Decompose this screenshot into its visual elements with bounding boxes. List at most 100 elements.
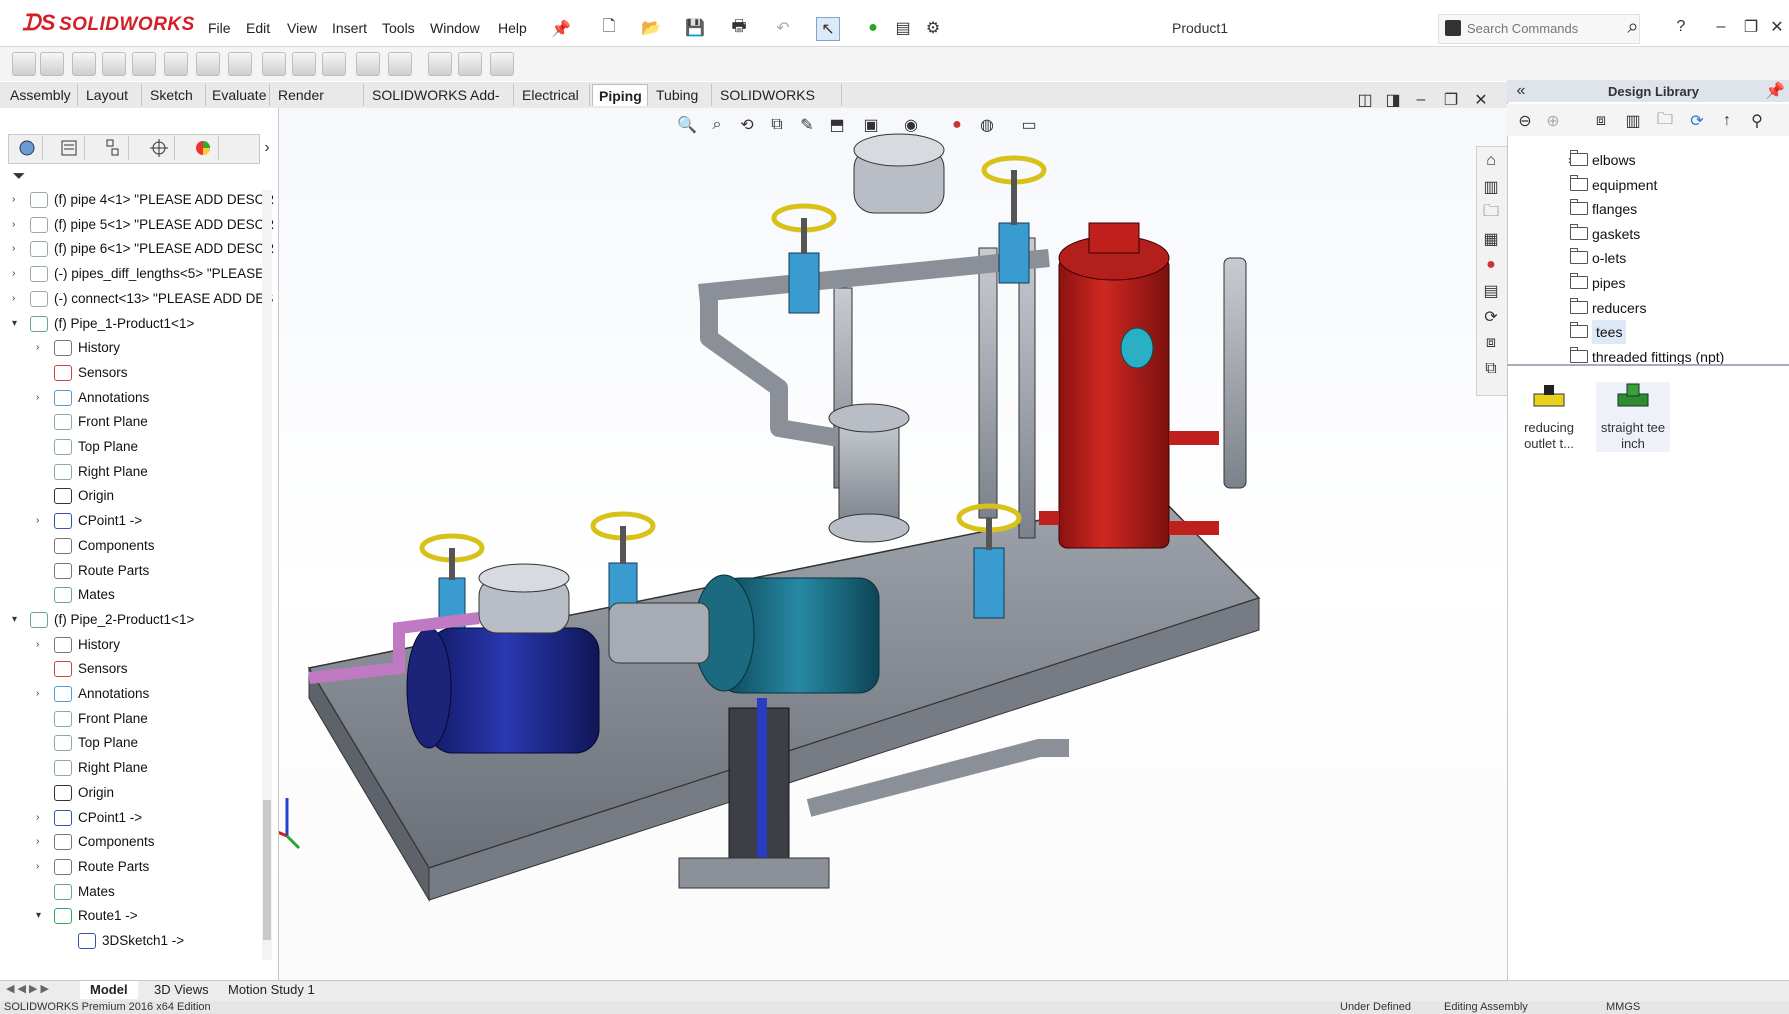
tab-motion-study-1[interactable]: Motion Study 1 xyxy=(218,981,325,999)
tab-3d-views[interactable]: 3D Views xyxy=(144,981,219,999)
options-gear-icon[interactable]: ⚙ xyxy=(922,17,944,39)
feature-manager-tree-tab-icon[interactable] xyxy=(12,136,43,160)
back-icon[interactable]: ⊖ xyxy=(1514,110,1536,132)
tab-electrical[interactable]: Electrical xyxy=(516,84,590,106)
folder-elbows[interactable]: elbows xyxy=(1569,148,1636,172)
sketch-3d-icon[interactable] xyxy=(490,52,514,76)
route-through-point-icon[interactable] xyxy=(72,52,96,76)
apply-scene-icon[interactable]: ◍ xyxy=(976,114,998,136)
expand-arrow-icon[interactable]: › xyxy=(12,188,15,212)
minimize-icon[interactable]: – xyxy=(1710,16,1732,38)
expand-arrow-icon[interactable]: › xyxy=(36,386,39,410)
chevron-right-icon[interactable]: › xyxy=(256,137,278,159)
add-to-route-icon[interactable] xyxy=(356,52,380,76)
pipe-vertical-mid[interactable] xyxy=(978,247,998,519)
previous-view-icon[interactable]: ⟲ xyxy=(736,114,758,136)
flange[interactable] xyxy=(828,513,910,543)
search-icon[interactable]: ⌕ xyxy=(1622,16,1644,38)
tab-solidworks-mbd[interactable]: SOLIDWORKS MBD xyxy=(714,84,842,125)
folder-pipes[interactable]: pipes xyxy=(1569,271,1625,295)
folder-flanges[interactable]: flanges xyxy=(1569,197,1637,221)
configuration-manager-tab-icon[interactable] xyxy=(98,136,129,160)
split-route-icon[interactable] xyxy=(196,52,220,76)
design-library-icon[interactable]: ▥ xyxy=(1480,176,1502,198)
menu-insert[interactable]: Insert xyxy=(332,20,367,36)
expand-arrow-icon[interactable]: › xyxy=(36,830,39,854)
solidworks-forum-icon[interactable]: ⟳ xyxy=(1480,306,1502,328)
restore-icon[interactable]: ❐ xyxy=(1740,16,1762,38)
expand-arrow-icon[interactable]: › xyxy=(36,806,39,830)
folder-gaskets[interactable]: gaskets xyxy=(1569,222,1640,246)
undo-icon[interactable]: ↶ xyxy=(772,17,794,39)
expand-arrow-icon[interactable]: › xyxy=(12,287,15,311)
tab-scroll-arrows-icon[interactable]: ◀ ◀ ▶ ▶ xyxy=(6,982,49,995)
flange-icon[interactable] xyxy=(228,52,252,76)
separator-vessel-nozzle-top[interactable] xyxy=(1088,222,1140,254)
add-to-library-icon[interactable]: ⧈ xyxy=(1590,110,1612,132)
collapse-panel-icon[interactable]: « xyxy=(1510,80,1532,102)
motor-fan-cover[interactable] xyxy=(406,627,452,749)
fitting-library-icon[interactable] xyxy=(322,52,346,76)
scrollbar-thumb[interactable] xyxy=(263,800,271,940)
save-icon[interactable]: 💾 xyxy=(684,17,706,39)
routing-library-icon[interactable] xyxy=(388,52,412,76)
routing-library-manager-icon[interactable]: ⧈ xyxy=(1480,332,1502,354)
help-icon[interactable]: ? xyxy=(1670,16,1692,38)
viewport-tile-icon[interactable]: ◫ xyxy=(1354,89,1376,111)
electrical-library-icon[interactable]: ⧉ xyxy=(1480,358,1502,380)
close-icon[interactable]: ✕ xyxy=(1766,16,1788,38)
solidworks-logo[interactable]: ᗪS SOLIDWORKS xyxy=(22,10,195,36)
library-item-reducing-outlet-tee[interactable]: reducing outlet t... xyxy=(1512,382,1586,452)
graphics-viewport[interactable] xyxy=(262,108,1507,980)
auto-route-icon[interactable] xyxy=(164,52,188,76)
menu-window[interactable]: Window xyxy=(430,20,480,36)
flange[interactable] xyxy=(828,403,910,433)
pressure-gauge[interactable] xyxy=(1120,327,1154,369)
feature-tree-scrollbar[interactable] xyxy=(262,190,272,960)
section-view-icon[interactable]: ⧉ xyxy=(766,114,788,136)
forward-icon[interactable]: ⊕ xyxy=(1542,110,1564,132)
tab-evaluate[interactable]: Evaluate xyxy=(206,84,270,106)
viewport-restore-icon[interactable]: ❐ xyxy=(1440,89,1462,111)
display-manager-tab-icon[interactable] xyxy=(188,136,219,160)
insert-fitting-icon[interactable] xyxy=(102,52,126,76)
expand-arrow-icon[interactable]: › xyxy=(36,633,39,657)
folder-tees[interactable]: tees xyxy=(1569,320,1627,345)
tab-render-tools[interactable]: Render Tools xyxy=(272,84,364,125)
expand-arrow-icon[interactable]: › xyxy=(36,682,39,706)
menu-help[interactable]: Help xyxy=(498,20,527,36)
folder-equipment[interactable]: equipment xyxy=(1569,173,1657,197)
electric-motor[interactable] xyxy=(428,627,600,754)
zoom-to-area-icon[interactable]: ⌕ xyxy=(706,114,728,136)
gate-valve[interactable] xyxy=(771,203,837,314)
route-properties-icon[interactable] xyxy=(12,52,36,76)
library-item-straight-tee-inch[interactable]: straight tee inch xyxy=(1596,382,1670,452)
expand-arrow-icon[interactable]: › xyxy=(36,509,39,533)
print-icon[interactable]: 🖶 xyxy=(728,17,750,39)
dimxpert-tab-icon[interactable] xyxy=(144,136,175,160)
tab-assembly[interactable]: Assembly xyxy=(4,84,78,106)
file-explorer-icon[interactable]: 🗀 xyxy=(1480,202,1502,224)
expand-arrow-icon[interactable]: › xyxy=(12,237,15,261)
collapse-arrow-icon[interactable]: ▾ xyxy=(36,904,41,928)
open-folder-icon[interactable]: 📂 xyxy=(640,17,662,39)
view-palette-icon[interactable]: ▦ xyxy=(1480,228,1502,250)
zoom-to-fit-icon[interactable]: 🔍 xyxy=(676,114,698,136)
viewport-split-icon[interactable]: ◨ xyxy=(1382,89,1404,111)
property-manager-tab-icon[interactable] xyxy=(54,136,85,160)
up-one-level-icon[interactable]: ↑ xyxy=(1716,110,1738,132)
strainer-cap[interactable] xyxy=(853,133,945,167)
piping-skid-model[interactable] xyxy=(262,108,1507,980)
level-gauge-column[interactable] xyxy=(1223,257,1247,489)
library-options-icon[interactable]: ⚲ xyxy=(1746,110,1768,132)
separator-vessel-body[interactable] xyxy=(1058,257,1170,549)
collapse-arrow-icon[interactable]: ▾ xyxy=(12,312,17,336)
pin-panel-icon[interactable]: 📌 xyxy=(1764,80,1786,102)
add-point-icon[interactable] xyxy=(132,52,156,76)
rebuild-traffic-light-icon[interactable]: ● xyxy=(862,17,884,39)
expand-arrow-icon[interactable]: › xyxy=(36,336,39,360)
add-file-location-icon[interactable]: ▥ xyxy=(1622,110,1644,132)
view-settings-icon[interactable]: ▭ xyxy=(1018,114,1040,136)
folder-reducers[interactable]: reducers xyxy=(1569,296,1646,320)
refresh-icon[interactable]: ⟳ xyxy=(1686,110,1708,132)
